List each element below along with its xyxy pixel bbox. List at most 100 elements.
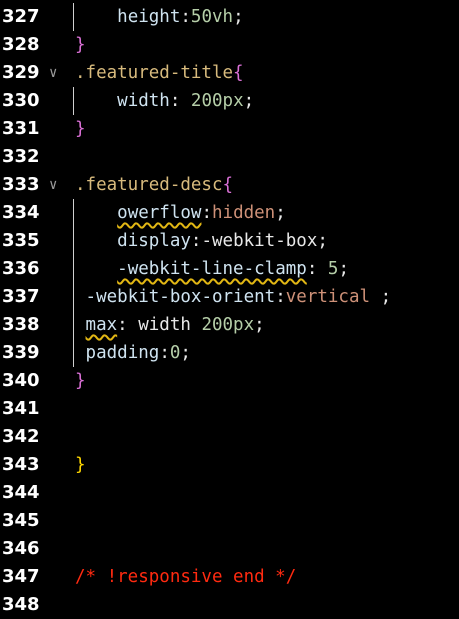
code-text: /* !responsive end */ bbox=[75, 563, 296, 591]
code-token: hidden bbox=[212, 203, 276, 223]
line-number: 344 bbox=[2, 482, 40, 503]
code-token: 5 bbox=[327, 259, 339, 279]
code-line[interactable]: 345 bbox=[0, 507, 459, 535]
code-text: } bbox=[75, 451, 86, 479]
code-token: 200px bbox=[190, 91, 244, 111]
line-number: 334 bbox=[2, 202, 40, 223]
code-token: height bbox=[117, 7, 181, 27]
fold-chevron-icon[interactable]: ∨ bbox=[49, 59, 57, 87]
code-text: } bbox=[75, 31, 86, 59]
code-line[interactable]: 332 bbox=[0, 143, 459, 171]
line-number: 342 bbox=[2, 426, 40, 447]
line-number: 340 bbox=[2, 370, 40, 391]
code-line[interactable]: 344 bbox=[0, 479, 459, 507]
code-token: : bbox=[169, 91, 191, 111]
code-text: -webkit-line-clamp: 5; bbox=[75, 255, 349, 283]
code-token: ; bbox=[180, 343, 191, 363]
code-token: ; bbox=[338, 259, 349, 279]
code-token: ; bbox=[243, 91, 255, 111]
code-line[interactable]: 328} bbox=[0, 31, 459, 59]
code-token: ; bbox=[370, 287, 392, 307]
code-token: ; bbox=[275, 203, 286, 223]
code-line[interactable]: 339 padding:0; bbox=[0, 339, 459, 367]
line-number: 348 bbox=[2, 594, 40, 615]
code-line[interactable]: 347 /* !responsive end */ bbox=[0, 563, 459, 591]
code-token: display bbox=[117, 231, 191, 251]
code-token: : bbox=[306, 259, 328, 279]
code-line[interactable]: 334 owerflow:hidden; bbox=[0, 199, 459, 227]
code-text: owerflow:hidden; bbox=[75, 199, 286, 227]
code-editor[interactable]: 327 height:50vh; 328} 329 ∨ .featured-title{… bbox=[0, 0, 459, 616]
code-line[interactable]: 333 ∨ .featured-desc{ bbox=[0, 171, 459, 199]
code-token: .featured-desc bbox=[75, 175, 223, 195]
code-line[interactable]: 348 bbox=[0, 591, 459, 619]
code-text: max: width 200px; bbox=[75, 311, 265, 339]
code-token: } bbox=[75, 35, 86, 55]
line-number: 343 bbox=[2, 454, 40, 475]
code-line[interactable]: 336 -webkit-line-clamp: 5; bbox=[0, 255, 459, 283]
code-token: : width bbox=[117, 315, 202, 335]
code-line[interactable]: 343} bbox=[0, 451, 459, 479]
code-text: .featured-title{ bbox=[75, 59, 244, 87]
code-token: /* !responsive end */ bbox=[75, 567, 297, 587]
indent-guide bbox=[73, 255, 74, 283]
code-token-warning: -webkit-line-clamp bbox=[117, 259, 307, 279]
code-token: 0 bbox=[169, 343, 181, 363]
line-number: 345 bbox=[2, 510, 40, 531]
code-token: { bbox=[222, 175, 234, 195]
indent-guide bbox=[73, 199, 74, 227]
code-token: } bbox=[75, 455, 86, 475]
code-line[interactable]: 327 height:50vh; bbox=[0, 3, 459, 31]
code-line[interactable]: 341 bbox=[0, 395, 459, 423]
code-token: padding bbox=[85, 343, 160, 363]
code-line[interactable]: 331} bbox=[0, 115, 459, 143]
line-number: 329 bbox=[2, 62, 40, 83]
indent-guide bbox=[73, 311, 74, 339]
code-token: ; bbox=[233, 7, 244, 27]
code-text: -webkit-box-orient:vertical ; bbox=[75, 283, 392, 311]
code-token: ; bbox=[254, 315, 265, 335]
code-token: : bbox=[159, 343, 170, 363]
indent-guide bbox=[73, 339, 74, 367]
indent-guide bbox=[73, 283, 74, 311]
code-line[interactable]: 340} bbox=[0, 367, 459, 395]
code-text: .featured-desc{ bbox=[75, 171, 233, 199]
code-token-warning: max bbox=[85, 315, 118, 335]
code-token: 50vh bbox=[190, 7, 234, 27]
code-text: height:50vh; bbox=[75, 3, 244, 31]
code-text: } bbox=[75, 115, 86, 143]
code-token: .featured-title bbox=[75, 63, 234, 83]
line-number: 337 bbox=[2, 286, 40, 307]
line-number: 327 bbox=[2, 6, 40, 27]
code-line[interactable]: 337 -webkit-box-orient:vertical ; bbox=[0, 283, 459, 311]
line-number: 341 bbox=[2, 398, 40, 419]
line-number: 333 bbox=[2, 174, 40, 195]
code-line[interactable]: 330 width: 200px; bbox=[0, 87, 459, 115]
code-token: : bbox=[201, 203, 212, 223]
code-token: 200px bbox=[201, 315, 255, 335]
code-line[interactable]: 338 max: width 200px; bbox=[0, 311, 459, 339]
code-line[interactable]: 335 display:-webkit-box; bbox=[0, 227, 459, 255]
code-token: :-webkit-box; bbox=[190, 231, 328, 251]
code-token-warning: owerflow bbox=[117, 203, 202, 223]
code-token: : bbox=[180, 7, 191, 27]
line-number: 339 bbox=[2, 342, 40, 363]
code-line[interactable]: 329 ∨ .featured-title{ bbox=[0, 59, 459, 87]
code-text: } bbox=[75, 367, 86, 395]
fold-chevron-icon[interactable]: ∨ bbox=[49, 171, 57, 199]
code-line[interactable]: 346 bbox=[0, 535, 459, 563]
line-number: 331 bbox=[2, 118, 40, 139]
line-number: 346 bbox=[2, 538, 40, 559]
code-token: width bbox=[117, 91, 170, 111]
line-number: 332 bbox=[2, 146, 40, 167]
line-number: 338 bbox=[2, 314, 40, 335]
code-line[interactable]: 342 bbox=[0, 423, 459, 451]
